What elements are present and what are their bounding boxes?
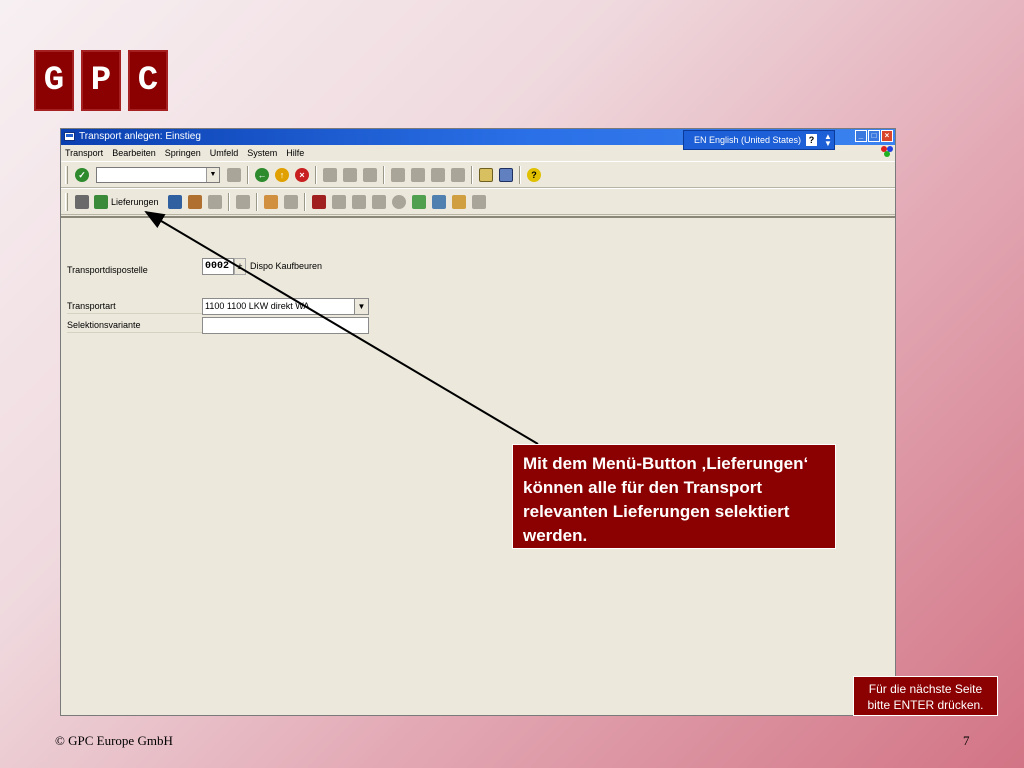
transportdispostelle-label: Transportdispostelle (67, 265, 148, 275)
person-icon[interactable] (167, 194, 182, 209)
menu-hilfe[interactable]: Hilfe (286, 145, 304, 161)
toolbar-grip (65, 192, 68, 211)
sap-window: Transport anlegen: Einstieg _ □ × EN Eng… (60, 128, 896, 716)
forward-icon[interactable] (283, 194, 298, 209)
message-icon[interactable] (371, 194, 386, 209)
toolbar-separator (227, 192, 230, 211)
hierarchy-icon[interactable] (75, 194, 89, 209)
value-help-icon[interactable]: ± (234, 258, 246, 275)
enter-hint-box: Für die nächste Seite bitte ENTER drücke… (853, 676, 998, 716)
enter-check-icon[interactable]: ✓ (75, 167, 89, 182)
logo-letter-p: P (81, 50, 121, 111)
lieferungen-button[interactable]: Lieferungen (94, 194, 159, 209)
clock-icon[interactable] (391, 194, 406, 209)
menu-system[interactable]: System (247, 145, 277, 161)
toolbar-separator (383, 165, 385, 184)
find-icon[interactable] (343, 167, 357, 182)
transport-icon[interactable] (431, 194, 446, 209)
toolbar-separator (247, 165, 249, 184)
copyright-text: © GPC Europe GmbH (55, 733, 173, 748)
enter-hint-line2: bitte ENTER drücken. (867, 698, 984, 712)
page-number: 7 (963, 733, 970, 748)
toolbar-separator (471, 165, 473, 184)
find-next-icon[interactable] (363, 167, 377, 182)
back-icon[interactable]: ← (255, 167, 269, 182)
logo-letter-g: G (34, 50, 74, 111)
menu-umfeld[interactable]: Umfeld (210, 145, 239, 161)
command-field[interactable]: ▼ (96, 166, 220, 183)
transportdispostelle-description: Dispo Kaufbeuren (250, 261, 323, 271)
language-label: EN English (United States) (694, 135, 802, 145)
truck-icon[interactable] (187, 194, 202, 209)
gpc-logo: G P C (34, 50, 168, 111)
save-icon[interactable] (227, 167, 241, 182)
delete-icon[interactable] (235, 194, 250, 209)
menu-bar: Transport Bearbeiten Springen Umfeld Sys… (61, 145, 895, 161)
copy-icon[interactable] (207, 194, 222, 209)
link-icon[interactable] (331, 194, 346, 209)
toolbar-separator (519, 165, 521, 184)
transportart-value: 1100 1100 LKW direkt WA (205, 301, 310, 311)
previous-page-icon[interactable] (411, 167, 425, 182)
selektionsvariante-input[interactable] (202, 317, 369, 334)
shortcut-icon[interactable] (499, 167, 513, 182)
chevron-down-icon[interactable]: ▼ (206, 167, 219, 182)
first-page-icon[interactable] (391, 167, 405, 182)
toolbar-separator (303, 192, 306, 211)
last-page-icon[interactable] (451, 167, 465, 182)
annotation-callout: Mit dem Menü-Button ‚Lieferungen‘ können… (512, 444, 836, 549)
info-icon[interactable] (471, 194, 486, 209)
close-icon[interactable]: × (881, 130, 893, 142)
window-icon (64, 132, 75, 141)
new-session-icon[interactable] (479, 167, 493, 182)
wrench-icon[interactable] (411, 194, 426, 209)
next-page-icon[interactable] (431, 167, 445, 182)
exit-icon[interactable]: ↑ (275, 167, 289, 182)
menu-springen[interactable]: Springen (165, 145, 201, 161)
selektionsvariante-label: Selektionsvariante (67, 317, 205, 333)
menu-bearbeiten[interactable]: Bearbeiten (112, 145, 156, 161)
help-icon[interactable]: ? (527, 167, 541, 182)
toolbar-separator (315, 165, 317, 184)
enter-hint-line1: Für die nächste Seite (868, 682, 983, 696)
document-icon[interactable] (311, 194, 326, 209)
window-controls: _ □ × (855, 130, 893, 142)
home-icon[interactable] (263, 194, 278, 209)
print-icon[interactable] (323, 167, 337, 182)
binoculars-icon[interactable] (351, 194, 366, 209)
menu-transport[interactable]: Transport (65, 145, 103, 161)
standard-toolbar: ✓ ▼ ← ↑ × ? (61, 161, 895, 188)
maximize-icon[interactable]: □ (868, 130, 880, 142)
window-title: Transport anlegen: Einstieg (79, 131, 201, 142)
transportart-label: Transportart (67, 298, 205, 314)
lieferungen-label: Lieferungen (111, 196, 159, 207)
toolbar-grip (65, 165, 68, 184)
transportdispostelle-input[interactable]: 0002 (202, 258, 234, 275)
deliveries-icon (94, 194, 108, 209)
cancel-icon[interactable]: × (295, 167, 309, 182)
toolbar-separator (255, 192, 258, 211)
minimize-icon[interactable]: _ (855, 130, 867, 142)
logo-letter-c: C (128, 50, 168, 111)
folder-icon[interactable] (451, 194, 466, 209)
application-toolbar: Lieferungen (61, 188, 895, 215)
transportart-dropdown[interactable]: 1100 1100 LKW direkt WA ▼ (202, 298, 369, 315)
chevron-down-icon[interactable]: ▼ (354, 299, 368, 314)
